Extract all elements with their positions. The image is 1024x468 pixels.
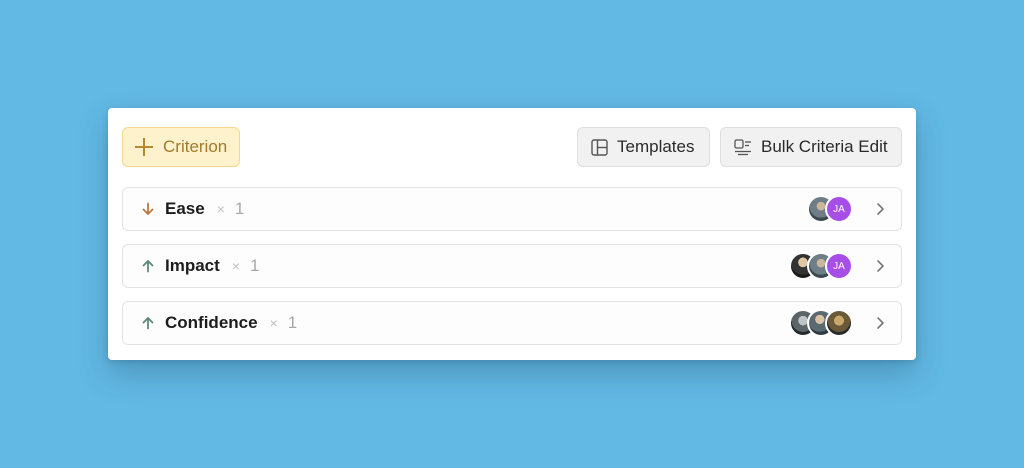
add-criterion-label: Criterion: [163, 137, 228, 156]
criterion-weight: 1: [249, 256, 260, 275]
add-criterion-button[interactable]: Criterion: [122, 127, 240, 167]
chevron-right-icon: [873, 259, 887, 273]
criterion-name: Impact: [165, 256, 220, 275]
criterion-row-impact[interactable]: Impact × 1 JA: [122, 244, 902, 288]
bulk-criteria-edit-button[interactable]: Bulk Criteria Edit: [720, 127, 902, 167]
multiply-sign: ×: [269, 315, 278, 331]
criterion-name: Ease: [165, 199, 205, 218]
multiply-sign: ×: [231, 258, 240, 274]
arrow-down-icon: [140, 201, 156, 217]
avatar-group: JA: [789, 252, 853, 280]
chevron-right-icon: [873, 202, 887, 216]
templates-button[interactable]: Templates: [577, 127, 710, 167]
avatar-group: JA: [807, 195, 853, 223]
arrow-up-icon: [140, 315, 156, 331]
criterion-row-ease[interactable]: Ease × 1 JA: [122, 187, 902, 231]
avatar: JA: [825, 195, 853, 223]
avatar-group: [789, 309, 853, 337]
bulk-criteria-edit-label: Bulk Criteria Edit: [761, 137, 888, 156]
layout-template-icon: [591, 138, 608, 156]
criteria-toolbar: Criterion Templates Bulk Criteria Edit: [122, 127, 902, 167]
plus-icon: [135, 138, 153, 156]
multiply-sign: ×: [216, 201, 225, 217]
chevron-right-icon: [873, 316, 887, 330]
avatar: JA: [825, 252, 853, 280]
bulk-edit-icon: [734, 138, 751, 155]
templates-label: Templates: [617, 137, 695, 156]
arrow-up-icon: [140, 258, 156, 274]
criterion-row-confidence[interactable]: Confidence × 1: [122, 301, 902, 345]
criterion-weight: 1: [234, 199, 245, 218]
criterion-name: Confidence: [165, 313, 258, 332]
avatar: [825, 309, 853, 337]
criteria-panel: Criterion Templates Bulk Criteria Edit E…: [108, 108, 916, 360]
criterion-weight: 1: [287, 313, 298, 332]
